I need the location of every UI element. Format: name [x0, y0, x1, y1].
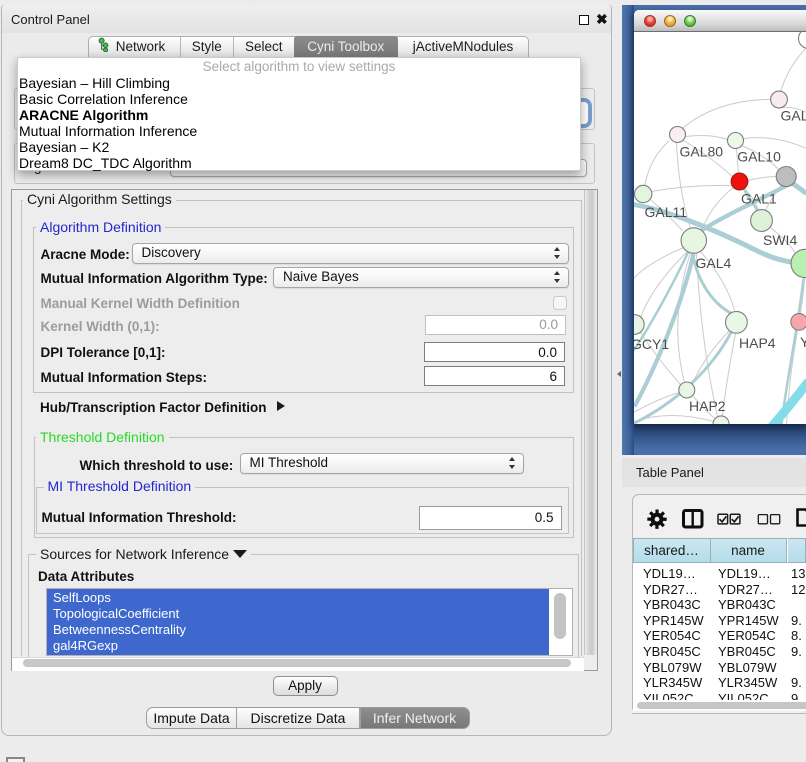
svg-text:GAL1: GAL1 — [741, 190, 777, 206]
svg-text:GAL10: GAL10 — [737, 148, 781, 164]
svg-text:YJ: YJ — [800, 334, 806, 350]
svg-text:GAL2: GAL2 — [780, 107, 806, 123]
svg-text:SWI4: SWI4 — [763, 232, 797, 248]
svg-text:GAL4: GAL4 — [695, 255, 731, 271]
svg-text:GAL80: GAL80 — [679, 143, 723, 159]
svg-text:GCY1: GCY1 — [634, 336, 669, 352]
svg-text:GAL11: GAL11 — [644, 204, 687, 220]
svg-text:HAP2: HAP2 — [689, 398, 726, 414]
svg-text:HAP4: HAP4 — [739, 335, 776, 351]
